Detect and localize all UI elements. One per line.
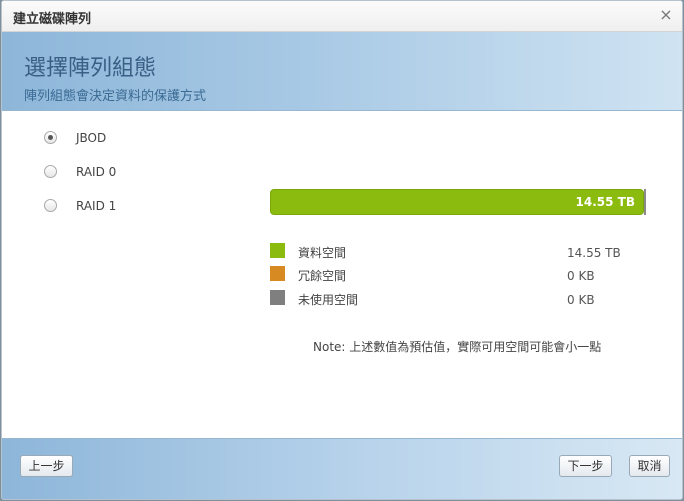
close-icon[interactable]: × [658,6,674,24]
title-bar: 建立磁碟陣列 × [2,1,682,32]
legend-swatch [270,243,285,258]
legend-label: 資料空間 [298,246,347,260]
radio-raid0[interactable] [44,165,57,178]
capacity-bar: 14.55 TB [270,189,646,215]
legend-row-redundant: 冗餘空間 0 KB [270,266,630,284]
step-subtitle: 陣列組態會決定資料的保護方式 [24,89,207,104]
option-jbod[interactable]: JBOD [42,129,192,149]
legend-label: 冗餘空間 [298,269,347,283]
legend-value: 0 KB [567,293,595,307]
create-raid-dialog: 建立磁碟陣列 × 選擇陣列組態 陣列組態會決定資料的保護方式 JBOD RAID… [1,0,683,500]
option-raid0[interactable]: RAID 0 [42,163,192,183]
estimate-note: Note: 上述數值為預估值，實際可用空間可能會小一點 [313,340,602,354]
option-label: JBOD [76,131,107,145]
radio-jbod[interactable] [44,131,57,144]
capacity-bar-fill: 14.55 TB [270,189,644,215]
step-header: 選擇陣列組態 陣列組態會決定資料的保護方式 [2,32,682,111]
legend-row-unused: 未使用空間 0 KB [270,290,630,308]
step-title: 選擇陣列組態 [24,56,157,81]
legend-swatch [270,290,285,305]
option-label: RAID 1 [76,199,117,213]
next-button[interactable]: 下一步 [559,455,612,477]
option-label: RAID 0 [76,165,117,179]
capacity-bar-end-marker [644,189,646,215]
option-raid1[interactable]: RAID 1 [42,197,192,217]
cancel-button[interactable]: 取消 [629,455,670,477]
previous-button[interactable]: 上一步 [20,455,73,477]
legend-label: 未使用空間 [298,293,359,307]
legend-value: 14.55 TB [567,246,621,260]
legend-row-data: 資料空間 14.55 TB [270,243,630,261]
legend-value: 0 KB [567,269,595,283]
legend-swatch [270,266,285,281]
capacity-bar-label: 14.55 TB [575,195,635,209]
dialog-title: 建立磁碟陣列 [13,12,92,27]
dialog-footer: 上一步 下一步 取消 [2,438,682,499]
radio-raid1[interactable] [44,199,57,212]
